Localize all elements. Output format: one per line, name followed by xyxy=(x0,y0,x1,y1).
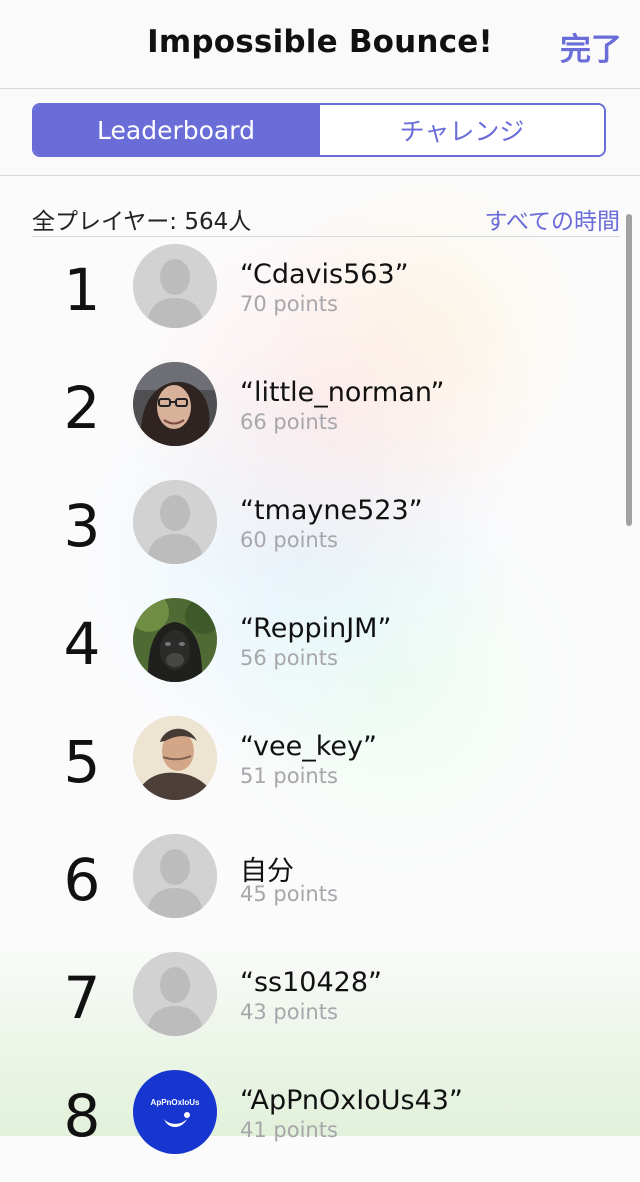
profile-logo-appnoxious: ApPnOxIoUs xyxy=(133,1070,217,1154)
player-name: “ss10428” xyxy=(240,967,383,998)
avatar xyxy=(133,952,217,1036)
avatar xyxy=(133,834,217,918)
leaderboard-row[interactable]: 7 “ss10428” 43 points xyxy=(0,946,640,1064)
player-name: “ApPnOxIoUs43” xyxy=(240,1085,463,1116)
avatar xyxy=(133,362,217,446)
time-filter-button[interactable]: すべての時間 xyxy=(485,202,620,236)
segmented-control-area: Leaderboard チャレンジ xyxy=(0,89,640,176)
tab-leaderboard[interactable]: Leaderboard xyxy=(34,105,318,155)
leaderboard-row[interactable]: 2 “little_norman” 66 points xyxy=(0,356,640,474)
profile-photo-little-norman xyxy=(133,362,217,446)
rank-number: 2 xyxy=(63,374,101,442)
default-avatar-icon xyxy=(133,244,217,328)
player-name: “ReppinJM” xyxy=(240,613,392,644)
leaderboard-row[interactable]: 8 ApPnOxIoUs “ApPnOxIoUs43” 41 points xyxy=(0,1064,640,1182)
avatar xyxy=(133,716,217,800)
leaderboard-row[interactable]: 5 “vee_key” 51 points xyxy=(0,710,640,828)
avatar: ApPnOxIoUs xyxy=(133,1070,217,1154)
leaderboard-list: 1 “Cdavis563” 70 points 2 “little_norman… xyxy=(0,238,640,1182)
rank-number: 4 xyxy=(63,610,101,678)
default-avatar-icon xyxy=(133,834,217,918)
player-name: “Cdavis563” xyxy=(240,259,409,290)
player-points: 41 points xyxy=(240,1118,338,1142)
avatar xyxy=(133,244,217,328)
rank-number: 1 xyxy=(63,256,101,324)
player-points: 43 points xyxy=(240,1000,338,1024)
player-points: 45 points xyxy=(240,882,338,906)
rank-number: 5 xyxy=(63,728,101,796)
page-title: Impossible Bounce! xyxy=(147,24,493,60)
default-avatar-icon xyxy=(133,480,217,564)
player-points: 56 points xyxy=(240,646,338,670)
player-count: 全プレイヤー: 564人 xyxy=(32,209,252,235)
profile-photo-reppinjm xyxy=(133,598,217,682)
rank-number: 8 xyxy=(63,1082,101,1150)
player-points: 60 points xyxy=(240,528,338,552)
tab-challenges[interactable]: チャレンジ xyxy=(318,105,604,155)
leaderboard-row[interactable]: 3 “tmayne523” 60 points xyxy=(0,474,640,592)
leaderboard-row[interactable]: 1 “Cdavis563” 70 points xyxy=(0,238,640,356)
rank-number: 3 xyxy=(63,492,101,560)
default-avatar-icon xyxy=(133,952,217,1036)
leaderboard-row[interactable]: 6 自分 45 points xyxy=(0,828,640,946)
avatar xyxy=(133,480,217,564)
player-name: “tmayne523” xyxy=(240,495,423,526)
profile-photo-vee-key xyxy=(133,716,217,800)
player-name: “vee_key” xyxy=(240,731,377,762)
segmented-control: Leaderboard チャレンジ xyxy=(32,103,606,157)
player-points: 66 points xyxy=(240,410,338,434)
player-points: 51 points xyxy=(240,764,338,788)
avatar-logo-text: ApPnOxIoUs xyxy=(151,1098,200,1107)
leaderboard-row[interactable]: 4 “ReppinJM” 56 points xyxy=(0,592,640,710)
player-name: “little_norman” xyxy=(240,377,445,408)
avatar xyxy=(133,598,217,682)
done-button[interactable]: 完了 xyxy=(560,24,622,69)
rank-number: 6 xyxy=(63,846,101,914)
leaderboard-summary: 全プレイヤー: 564人 すべての時間 xyxy=(32,196,620,237)
navigation-bar: Impossible Bounce! 完了 xyxy=(0,0,640,89)
player-points: 70 points xyxy=(240,292,338,316)
rank-number: 7 xyxy=(63,964,101,1032)
